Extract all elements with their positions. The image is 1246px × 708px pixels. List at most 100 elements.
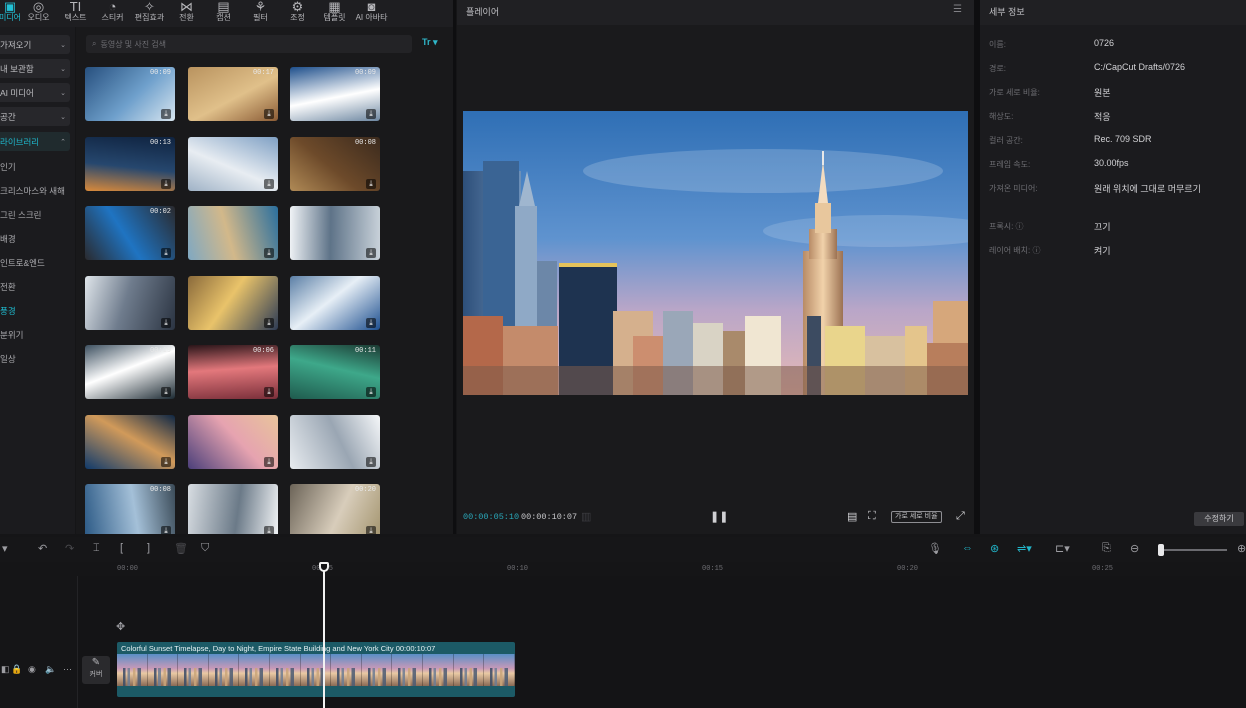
category-item[interactable]: 분위기 bbox=[0, 329, 23, 341]
video-preview[interactable] bbox=[463, 111, 968, 395]
media-thumbnail[interactable]: ⤓ bbox=[85, 275, 175, 330]
media-thumbnail[interactable]: ⤓ bbox=[85, 414, 175, 469]
tool-adjust[interactable]: ⚙ 조정 bbox=[279, 0, 316, 27]
aspect-ratio-button[interactable]: 가로 세로 비율 bbox=[891, 511, 942, 523]
shield-icon[interactable]: ⛉ bbox=[201, 542, 209, 555]
media-thumbnail[interactable]: 00:20 ⤓ bbox=[290, 484, 380, 534]
track-expand-icon[interactable]: ◧ bbox=[1, 664, 10, 675]
download-icon[interactable]: ⤓ bbox=[264, 387, 274, 397]
tool-audio[interactable]: ◎ 오디오 bbox=[20, 0, 57, 27]
zoom-out-icon[interactable]: ⊖ bbox=[1130, 542, 1139, 555]
quality-icon[interactable]: ▤ bbox=[847, 510, 857, 523]
volume-icon[interactable]: 🔈 bbox=[45, 664, 56, 675]
zoom-slider-handle[interactable] bbox=[1158, 544, 1164, 556]
download-icon[interactable]: ⤓ bbox=[366, 109, 376, 119]
media-thumbnail[interactable]: 00:11 ⤓ bbox=[290, 345, 380, 399]
magnet-icon[interactable]: ⇔ bbox=[962, 542, 973, 554]
download-icon[interactable]: ⤓ bbox=[161, 456, 171, 467]
download-icon[interactable]: ⤓ bbox=[264, 109, 274, 119]
panel-divider[interactable] bbox=[453, 0, 456, 534]
category-dropdown[interactable]: AI 미디어 ⌄ bbox=[0, 83, 70, 102]
fit-timeline-icon[interactable]: ⎘ bbox=[1102, 542, 1111, 555]
category-item[interactable]: 인트로&엔드 bbox=[0, 257, 45, 269]
category-dropdown[interactable]: 라이브러리 ⌃ bbox=[0, 132, 70, 151]
download-icon[interactable]: ⤓ bbox=[161, 387, 171, 397]
download-icon[interactable]: ⤓ bbox=[366, 456, 376, 467]
media-thumbnail[interactable]: 00:08 ⤓ bbox=[85, 484, 175, 534]
eye-icon[interactable]: ◉ bbox=[28, 664, 36, 675]
tool-caption[interactable]: ▤ 캡션 bbox=[205, 0, 242, 27]
download-icon[interactable]: ⤓ bbox=[161, 317, 171, 328]
redo-icon[interactable]: ↷ bbox=[65, 542, 74, 555]
tool-template[interactable]: ▦ 템플릿 bbox=[316, 0, 353, 27]
fit-screen-icon[interactable]: ⛶ bbox=[868, 510, 876, 523]
preview-axis-icon[interactable]: ⊏▾ bbox=[1055, 542, 1070, 555]
category-item[interactable]: 일상 bbox=[0, 353, 16, 365]
timeline-ruler[interactable]: 00:0000:1000:1500:2000:2500:05 bbox=[0, 562, 1246, 576]
media-thumbnail[interactable]: ⤓ bbox=[290, 275, 380, 330]
media-thumbnail[interactable]: 00:19 ⤓ bbox=[85, 345, 175, 399]
category-item[interactable]: 그린 스크린 bbox=[0, 209, 41, 221]
media-thumbnail[interactable]: ⤓ bbox=[188, 484, 278, 534]
category-item[interactable]: 배경 bbox=[0, 233, 16, 245]
playhead[interactable] bbox=[323, 562, 325, 708]
category-dropdown[interactable]: 내 보관함 ⌄ bbox=[0, 59, 70, 78]
media-thumbnail[interactable]: 00:02 ⤓ bbox=[85, 206, 175, 260]
media-thumbnail[interactable]: ⤓ bbox=[188, 136, 278, 191]
download-icon[interactable]: ⤓ bbox=[264, 317, 274, 328]
download-icon[interactable]: ⤓ bbox=[264, 456, 274, 467]
media-thumbnail[interactable]: 00:09 ⤓ bbox=[85, 67, 175, 121]
select-tool-icon[interactable]: ▾ bbox=[2, 542, 8, 555]
undo-icon[interactable]: ↶ bbox=[38, 542, 47, 555]
download-icon[interactable]: ⤓ bbox=[161, 526, 171, 534]
download-icon[interactable]: ⤓ bbox=[366, 317, 376, 328]
fullscreen-icon[interactable]: ⤢ bbox=[956, 510, 965, 523]
lock-icon[interactable]: 🔒 bbox=[11, 664, 22, 675]
media-thumbnail[interactable]: 00:06 ⤓ bbox=[188, 345, 278, 399]
media-thumbnail[interactable]: 00:13 ⤓ bbox=[85, 136, 175, 191]
category-dropdown[interactable]: 공간 ⌄ bbox=[0, 107, 70, 126]
cover-button[interactable]: ✎ 커버 bbox=[82, 656, 110, 684]
media-thumbnail[interactable]: ⤓ bbox=[188, 414, 278, 469]
download-icon[interactable]: ⤓ bbox=[264, 248, 274, 258]
zoom-in-icon[interactable]: ⊕ bbox=[1237, 542, 1246, 555]
video-clip[interactable]: Colorful Sunset Timelapse, Day to Night,… bbox=[117, 642, 515, 697]
detail-value[interactable]: 켜기 bbox=[1094, 244, 1111, 257]
category-item[interactable]: 전환 bbox=[0, 281, 16, 293]
zoom-slider[interactable] bbox=[1161, 549, 1227, 551]
split-icon[interactable]: ⌶ bbox=[93, 542, 100, 555]
media-thumbnail[interactable]: ⤓ bbox=[290, 414, 380, 469]
tool-text[interactable]: TI 텍스트 bbox=[57, 0, 94, 27]
media-thumbnail[interactable]: 00:17 ⤓ bbox=[188, 67, 278, 121]
tool-effects[interactable]: ✧ 편집효과 bbox=[131, 0, 168, 27]
trim-right-icon[interactable]: ] bbox=[147, 542, 150, 554]
download-icon[interactable]: ⤓ bbox=[366, 526, 376, 534]
category-item[interactable]: 풍경 bbox=[0, 305, 16, 317]
media-thumbnail[interactable]: 00:08 ⤓ bbox=[290, 136, 380, 191]
detail-value[interactable]: 끄기 bbox=[1094, 220, 1111, 233]
category-item[interactable]: 크리스마스와 새해 bbox=[0, 185, 65, 197]
media-thumbnail[interactable]: ⤓ bbox=[188, 206, 278, 260]
filter-button[interactable]: Tr ▾ bbox=[422, 37, 438, 48]
tool-sticker[interactable]: ◔ 스티커 bbox=[94, 0, 131, 27]
download-icon[interactable]: ⤓ bbox=[264, 526, 274, 534]
tool-filter[interactable]: ⚘ 필터 bbox=[242, 0, 279, 27]
snap-icon[interactable]: ⇌▾ bbox=[1017, 542, 1032, 555]
download-icon[interactable]: ⤓ bbox=[161, 109, 171, 119]
tool-ai-avatar[interactable]: ◙ AI 아바타 bbox=[353, 0, 390, 27]
category-dropdown[interactable]: 가져오기 ⌄ bbox=[0, 35, 70, 54]
download-icon[interactable]: ⤓ bbox=[366, 387, 376, 397]
microphone-icon[interactable]: 🎙 bbox=[928, 542, 942, 555]
link-icon[interactable]: ⊛ bbox=[990, 542, 999, 555]
trim-left-icon[interactable]: [ bbox=[120, 542, 123, 554]
media-thumbnail[interactable]: ⤓ bbox=[290, 206, 380, 260]
more-icon[interactable]: ⋯ bbox=[63, 664, 72, 675]
download-icon[interactable]: ⤓ bbox=[366, 178, 376, 189]
download-icon[interactable]: ⤓ bbox=[366, 248, 376, 258]
pause-icon[interactable]: ❚❚ bbox=[710, 510, 728, 523]
download-icon[interactable]: ⤓ bbox=[264, 178, 274, 189]
edit-button[interactable]: 수정하기 bbox=[1194, 512, 1244, 526]
download-icon[interactable]: ⤓ bbox=[161, 248, 171, 258]
media-thumbnail[interactable]: 00:09 ⤓ bbox=[290, 67, 380, 121]
download-icon[interactable]: ⤓ bbox=[161, 178, 171, 189]
